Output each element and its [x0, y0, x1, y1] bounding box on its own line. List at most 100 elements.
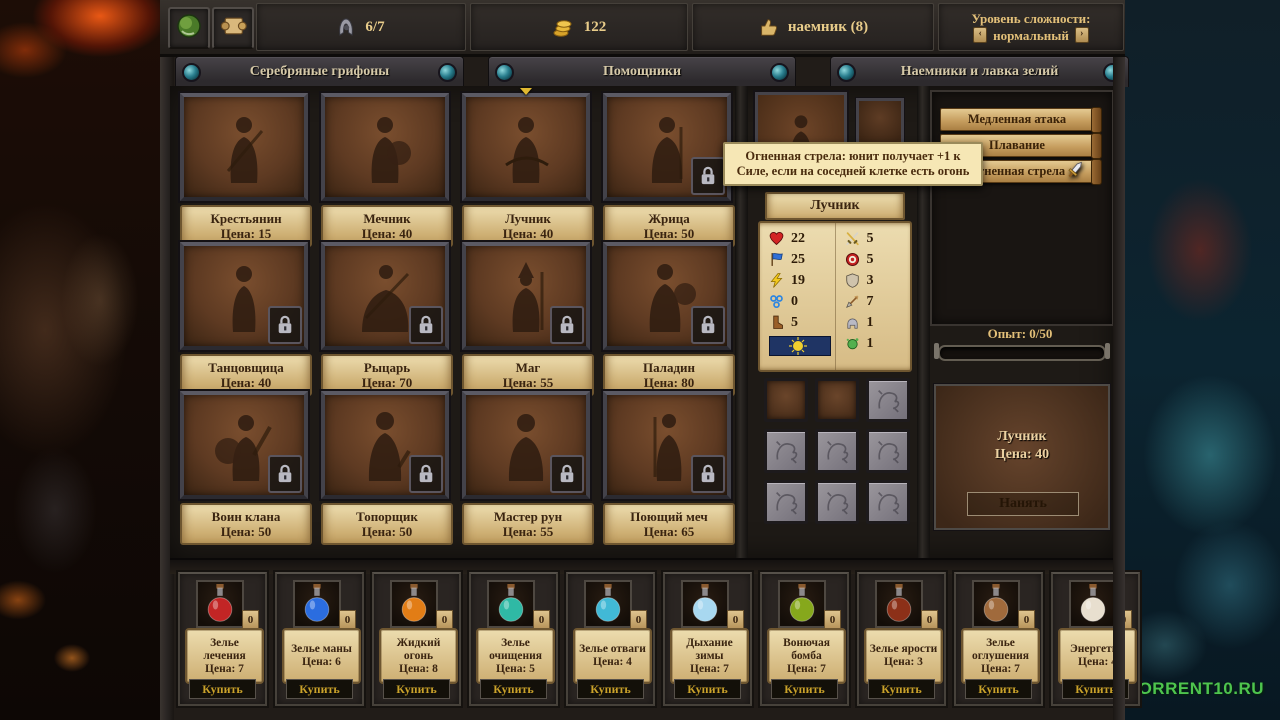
potion-icon: [681, 580, 729, 628]
top-bar: 6/7 122 наемник (8) Уровень сложности: ‹…: [160, 0, 1125, 57]
buy-button[interactable]: Купить: [480, 679, 547, 699]
potion-card-rage[interactable]: 0 Зелье яростиЦена: 3 Купить: [857, 572, 946, 706]
selected-marker-icon: [520, 88, 532, 95]
item-slot-empty[interactable]: [815, 378, 859, 422]
tab-mercenaries-potions[interactable]: Наемники и лавка зелий: [830, 56, 1129, 87]
buy-button[interactable]: Купить: [868, 679, 935, 699]
potion-count-badge: 0: [1115, 610, 1132, 629]
ability-tooltip: Огненная стрела: юнит получает +1 к Силе…: [723, 142, 983, 186]
unit-nameplate: Топорщик Цена: 50: [321, 503, 453, 545]
unit-portrait: [462, 242, 590, 350]
difficulty-panel: Уровень сложности: ‹ нормальный ›: [938, 3, 1124, 51]
potion-card-stun[interactable]: 0 Зелье оглушенияЦена: 7 Купить: [954, 572, 1043, 706]
item-slot-locked[interactable]: [815, 429, 859, 473]
ability-slow-attack[interactable]: Медленная атака: [940, 108, 1094, 131]
potion-label: ЭнергетикЦена: 4: [1058, 628, 1137, 684]
quest-log-button[interactable]: [212, 7, 254, 49]
unit-portrait: [603, 93, 731, 201]
item-slot-locked[interactable]: [764, 480, 808, 524]
unit-card-rune-master[interactable]: Мастер рун Цена: 55: [462, 391, 590, 535]
potion-icon: [293, 580, 341, 628]
unit-name: Мастер рун: [494, 509, 562, 524]
armor-value: 1: [867, 315, 874, 331]
ranged-attack-value: 5: [867, 252, 874, 268]
item-slot-empty[interactable]: [764, 378, 808, 422]
equipment-slot[interactable]: [856, 98, 904, 146]
lock-icon: [691, 157, 725, 195]
potion-card-energy[interactable]: 0 ЭнергетикЦена: 4 Купить: [1051, 572, 1140, 706]
difficulty-value: нормальный: [993, 28, 1069, 43]
buy-button[interactable]: Купить: [771, 679, 838, 699]
unit-price: Цена: 50: [362, 524, 412, 539]
unit-card-peasant[interactable]: Крестьянин Цена: 15: [180, 93, 308, 237]
experience-bar: [938, 345, 1106, 361]
lock-icon: [550, 455, 584, 493]
armor-icon: [845, 315, 860, 330]
item-slot-locked[interactable]: [866, 429, 910, 473]
buy-button[interactable]: Купить: [674, 679, 741, 699]
potion-count-badge: 0: [1018, 610, 1035, 629]
potion-card-healing[interactable]: 0 Зелье леченияЦена: 7 Купить: [178, 572, 267, 706]
unit-portrait: [180, 242, 308, 350]
health-icon: [769, 231, 784, 246]
potion-card-mana[interactable]: 0 Зелье маныЦена: 6 Купить: [275, 572, 364, 706]
difficulty-next-icon[interactable]: ›: [1075, 27, 1089, 43]
world-map-button[interactable]: [168, 7, 210, 49]
buy-button[interactable]: Купить: [965, 679, 1032, 699]
potion-card-liquid-fire[interactable]: 0 Жидкий огоньЦена: 8 Купить: [372, 572, 461, 706]
potion-card-winter-breath[interactable]: 0 Дыхание зимыЦена: 7 Купить: [663, 572, 752, 706]
movement-value: 5: [791, 315, 798, 331]
unit-card-priestess[interactable]: Жрица Цена: 50: [603, 93, 731, 237]
gold-panel: 122: [470, 3, 688, 51]
unit-card-singing-sword[interactable]: Поющий меч Цена: 65: [603, 391, 731, 535]
potion-card-cleansing[interactable]: 0 Зелье очищенияЦена: 5 Купить: [469, 572, 558, 706]
shop-window: 6/7 122 наемник (8) Уровень сложности: ‹…: [160, 0, 1125, 720]
unit-card-clan-warrior[interactable]: Воин клана Цена: 50: [180, 391, 308, 535]
difficulty-prev-icon[interactable]: ‹: [973, 27, 987, 43]
unit-card-swordsman[interactable]: Мечник Цена: 40: [321, 93, 449, 237]
hire-button[interactable]: Нанять: [967, 492, 1079, 516]
potion-icon: [1069, 580, 1117, 628]
potion-card-courage[interactable]: 0 Зелье отвагиЦена: 4 Купить: [566, 572, 655, 706]
potion-shop-row: 0 Зелье леченияЦена: 7 Купить 0 Зелье ма…: [178, 572, 1140, 706]
buy-button[interactable]: Купить: [383, 679, 450, 699]
unit-price: Цена: 55: [503, 524, 553, 539]
buy-button[interactable]: Купить: [1062, 679, 1129, 699]
ranged-attack-icon: [845, 252, 860, 267]
item-slot-locked[interactable]: [815, 480, 859, 524]
lock-icon: [268, 306, 302, 344]
potion-icon: [196, 580, 244, 628]
buy-button[interactable]: Купить: [577, 679, 644, 699]
unit-nameplate: Паладин Цена: 80: [603, 354, 735, 396]
potion-name: Зелье маны: [291, 643, 352, 656]
unit-name: Паладин: [643, 360, 695, 375]
unit-card-archer[interactable]: Лучник Цена: 40: [462, 93, 590, 237]
tab-silver-gryphons[interactable]: Серебряные грифоны: [175, 56, 464, 87]
potion-price: Цена: 7: [981, 663, 1020, 676]
melee-attack-value: 5: [867, 231, 874, 247]
unit-card-knight[interactable]: Рыцарь Цена: 70: [321, 242, 449, 386]
mercenary-helmet-icon: [337, 17, 355, 37]
item-slot-locked[interactable]: [866, 378, 910, 422]
unit-nameplate: Танцовщица Цена: 40: [180, 354, 312, 396]
gold-coins-icon: [552, 17, 574, 37]
unit-card-axeman[interactable]: Топорщик Цена: 50: [321, 391, 449, 535]
potion-name: Зелье отваги: [579, 643, 646, 656]
potion-name: Энергетик: [1070, 643, 1125, 656]
item-slot-locked[interactable]: [866, 480, 910, 524]
buy-button[interactable]: Купить: [189, 679, 256, 699]
potion-name: Дыхание зимы: [674, 637, 745, 663]
potion-card-stink-bomb[interactable]: 0 Вонючая бомбаЦена: 7 Купить: [760, 572, 849, 706]
buy-button[interactable]: Купить: [286, 679, 353, 699]
item-slot-locked[interactable]: [764, 429, 808, 473]
movement-icon: [769, 315, 784, 330]
unit-card-paladin[interactable]: Паладин Цена: 80: [603, 242, 731, 386]
unit-card-dancer[interactable]: Танцовщица Цена: 40: [180, 242, 308, 386]
tab-helpers[interactable]: Помощники: [488, 56, 796, 87]
unit-card-mage[interactable]: Маг Цена: 55: [462, 242, 590, 386]
initiative-icon: [769, 273, 784, 288]
thumbs-up-icon: [758, 17, 778, 37]
potion-icon: [875, 580, 923, 628]
lock-icon: [409, 306, 443, 344]
resist-icon: [845, 336, 860, 351]
